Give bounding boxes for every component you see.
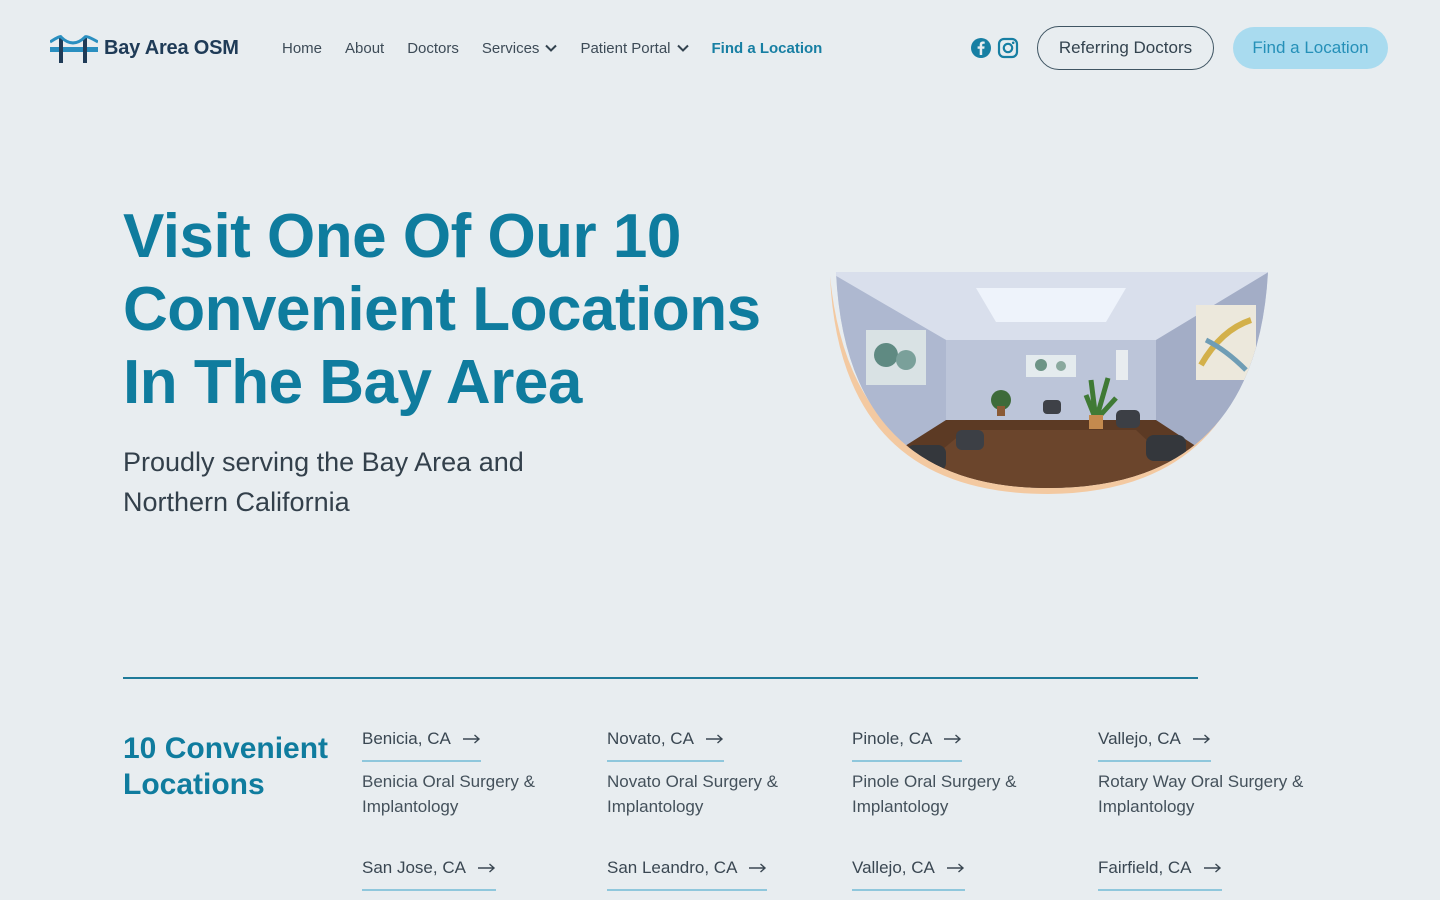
location-card: Vallejo, CA [852, 858, 1072, 891]
chevron-down-icon [676, 44, 689, 52]
arrow-right-icon [477, 863, 496, 873]
nav-doctors[interactable]: Doctors [407, 40, 459, 57]
brand-logo[interactable]: Bay Area OSM [50, 32, 239, 64]
location-link[interactable]: Pinole, CA [852, 729, 963, 762]
arrow-right-icon [1203, 863, 1221, 873]
location-link[interactable]: Vallejo, CA [1098, 729, 1211, 762]
location-practice: Pinole Oral Surgery & Implantology [852, 772, 1017, 816]
location-card: San Leandro, CA [607, 858, 827, 891]
location-city: Vallejo, CA [852, 858, 935, 877]
location-city: Benicia, CA [362, 729, 451, 748]
facebook-link[interactable] [970, 37, 992, 59]
nav-patient-portal-label: Patient Portal [580, 39, 671, 57]
location-practice: Novato Oral Surgery & Implantology [607, 772, 779, 816]
location-city: Pinole, CA [852, 729, 933, 748]
instagram-icon [997, 37, 1019, 59]
location-card: Fairfield, CA [1098, 858, 1318, 891]
instagram-link[interactable] [997, 37, 1019, 59]
section-divider [123, 677, 1198, 679]
location-card: Novato, CA Novato Oral Surgery & Implant… [607, 729, 827, 819]
location-card: Vallejo, CA Rotary Way Oral Surgery & Im… [1098, 729, 1318, 819]
location-link[interactable]: Benicia, CA [362, 729, 481, 762]
arrow-right-icon [749, 863, 767, 873]
nav-home[interactable]: Home [282, 40, 322, 57]
referring-doctors-button[interactable]: Referring Doctors [1037, 26, 1214, 70]
arrow-right-icon [462, 734, 480, 744]
location-practice: Benicia Oral Surgery & Implantology [362, 772, 535, 816]
nav-about[interactable]: About [345, 40, 384, 57]
location-card: San Jose, CA [362, 858, 582, 891]
arrow-right-icon [946, 863, 964, 873]
location-city: Fairfield, CA [1098, 858, 1192, 877]
waiting-room-photo [830, 272, 1268, 494]
arrow-right-icon [944, 734, 962, 744]
location-practice: Rotary Way Oral Surgery & Implantology [1098, 772, 1304, 816]
location-link[interactable]: San Jose, CA [362, 858, 496, 891]
social-links [970, 37, 1019, 59]
location-link[interactable]: Fairfield, CA [1098, 858, 1222, 891]
nav-services-label: Services [481, 39, 540, 57]
location-city: Vallejo, CA [1098, 729, 1181, 748]
location-card: Benicia, CA Benicia Oral Surgery & Impla… [362, 729, 582, 819]
site-header: Bay Area OSM Home About Doctors Services… [0, 0, 1440, 96]
nav-patient-portal[interactable]: Patient Portal [580, 39, 689, 57]
nav-find-location[interactable]: Find a Location [712, 40, 823, 57]
hero-subtitle: Proudly serving the Bay Area and Norther… [123, 447, 524, 517]
arrow-right-icon [705, 734, 723, 744]
bridge-logo-icon [50, 35, 98, 63]
location-city: Novato, CA [607, 729, 694, 748]
location-city: San Leandro, CA [607, 858, 738, 877]
location-city: San Jose, CA [362, 858, 466, 877]
locations-heading: 10 Convenient Locations [123, 732, 329, 801]
chevron-down-icon [545, 44, 558, 52]
location-link[interactable]: Novato, CA [607, 729, 724, 762]
arrow-right-icon [1192, 734, 1210, 744]
main-nav: Home About Doctors Services Patient Port… [282, 36, 822, 60]
location-link[interactable]: Vallejo, CA [852, 858, 965, 891]
hero-title: Visit One Of Our 10 Convenient Locations… [123, 202, 761, 417]
location-card: Pinole, CA Pinole Oral Surgery & Implant… [852, 729, 1072, 819]
find-location-button[interactable]: Find a Location [1233, 27, 1388, 69]
facebook-icon [971, 38, 991, 58]
nav-services[interactable]: Services [482, 40, 558, 57]
location-link[interactable]: San Leandro, CA [607, 858, 768, 891]
hero-image [826, 270, 1272, 496]
brand-name: Bay Area OSM [104, 36, 239, 59]
